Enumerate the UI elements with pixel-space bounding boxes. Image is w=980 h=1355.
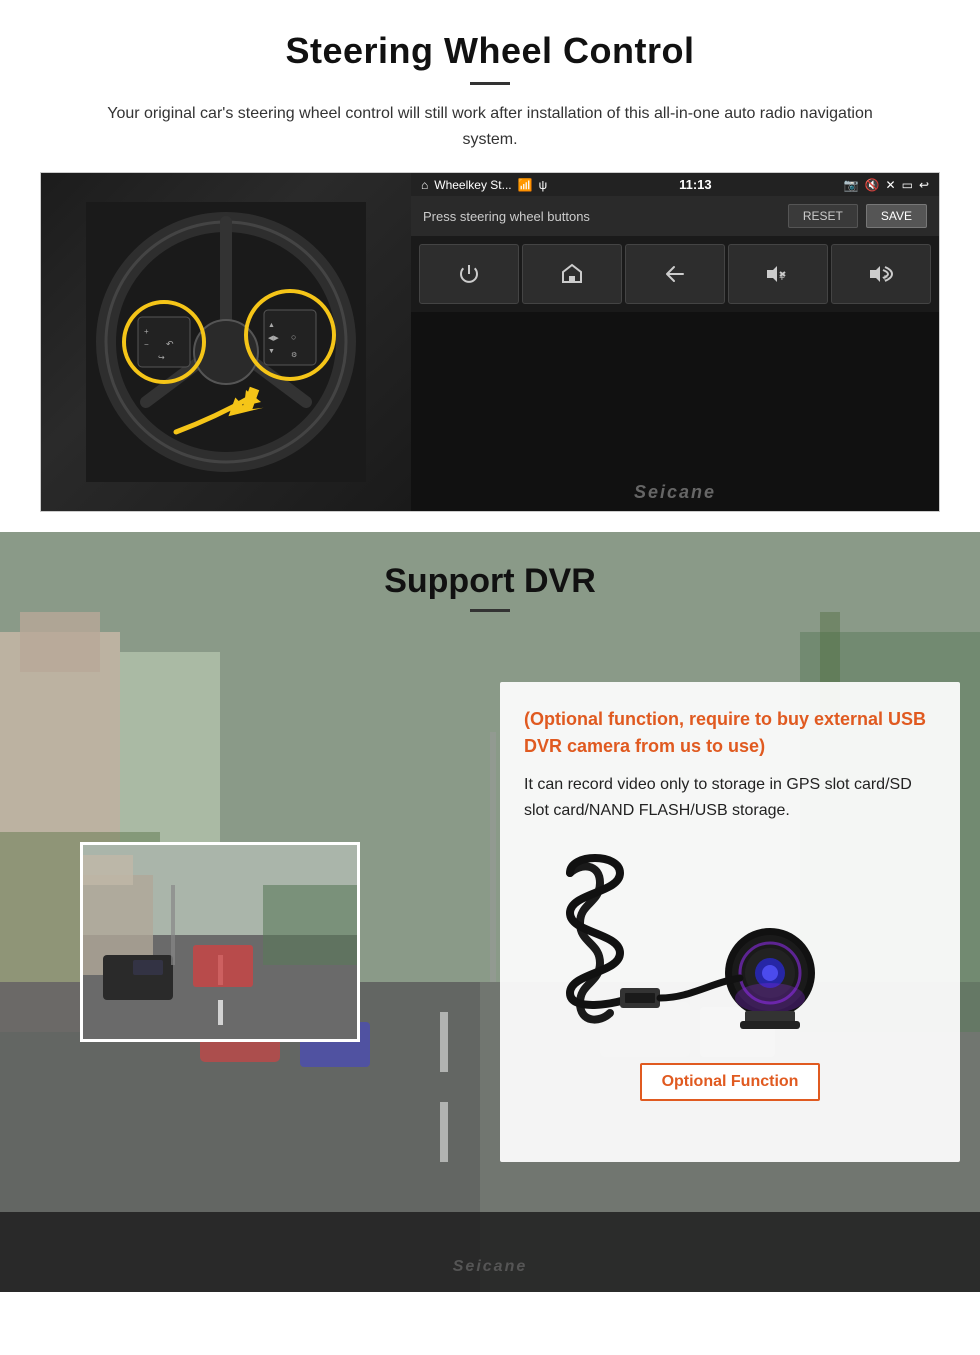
dvr-watermark: Seicane [453, 1258, 527, 1276]
dvr-left [20, 682, 480, 1162]
statusbar-left: ⌂ Wheelkey St... 📶 ψ [421, 178, 547, 192]
svg-text:○: ○ [291, 332, 296, 342]
steering-title: Steering Wheel Control [40, 30, 940, 72]
app-name: Wheelkey St... [434, 178, 511, 192]
dvr-right: (Optional function, require to buy exter… [500, 682, 960, 1162]
back-icon[interactable]: ↩ [919, 178, 929, 192]
svg-text:−: − [144, 340, 149, 349]
statusbar-right: 📷 🔇 ✕ ▭ ↩ [844, 178, 929, 192]
svg-text:▲: ▲ [268, 322, 275, 329]
title-divider [470, 82, 510, 85]
svg-text:⚙: ⚙ [291, 351, 297, 359]
dvr-optional-text: (Optional function, require to buy exter… [524, 706, 936, 760]
steering-photo: + − ↶ ↪ ▲ ◀▶ ▼ ○ ⚙ [41, 173, 411, 511]
dvr-thumbnail-svg [83, 845, 360, 1042]
svg-text:+: + [779, 273, 785, 284]
vol-up-button[interactable]: + [831, 244, 931, 304]
home-button[interactable] [522, 244, 622, 304]
camera-icon: 📷 [844, 178, 859, 192]
header-buttons: RESET SAVE [788, 204, 927, 228]
dvr-title: Support DVR [40, 562, 940, 601]
signal-icon: 📶 [518, 178, 533, 192]
steering-description: Your original car's steering wheel contr… [90, 101, 890, 152]
home-icon[interactable]: ⌂ [421, 178, 428, 192]
steering-image-container: + − ↶ ↪ ▲ ◀▶ ▼ ○ ⚙ [40, 172, 940, 512]
svg-text:+: + [882, 273, 888, 284]
svg-text:▼: ▼ [268, 348, 275, 355]
time-display: 11:13 [679, 177, 712, 192]
svg-text:↶: ↶ [166, 339, 174, 349]
dvr-main-layout: (Optional function, require to buy exter… [0, 682, 980, 1162]
volume-icon: 🔇 [865, 178, 880, 192]
dvr-title-divider [470, 609, 510, 612]
android-buttons-grid: + + [411, 236, 939, 312]
vol-down-button[interactable]: + [728, 244, 828, 304]
dvr-description: It can record video only to storage in G… [524, 772, 936, 823]
usb-icon: ψ [539, 178, 548, 192]
dvr-camera-image [524, 843, 936, 1043]
android-header: Press steering wheel buttons RESET SAVE [411, 196, 939, 236]
optional-function-badge: Optional Function [640, 1063, 821, 1101]
optional-function-container: Optional Function [524, 1063, 936, 1101]
reset-button[interactable]: RESET [788, 204, 858, 228]
power-button[interactable] [419, 244, 519, 304]
close-icon: ✕ [886, 178, 896, 192]
android-statusbar: ⌂ Wheelkey St... 📶 ψ 11:13 📷 🔇 ✕ ▭ ↩ [411, 173, 939, 196]
steering-watermark: Seicane [411, 312, 939, 511]
dvr-camera-svg [530, 843, 930, 1043]
dvr-thumbnail [80, 842, 360, 1042]
dvr-section: Support DVR [0, 532, 980, 1292]
svg-text:◀▶: ◀▶ [268, 335, 279, 342]
dvr-info-box: (Optional function, require to buy exter… [500, 682, 960, 1162]
back-btn[interactable] [625, 244, 725, 304]
save-button[interactable]: SAVE [866, 204, 927, 228]
svg-text:+: + [144, 327, 149, 336]
dvr-content-header: Support DVR [0, 532, 980, 662]
steering-wheel-bg: + − ↶ ↪ ▲ ◀▶ ▼ ○ ⚙ [41, 173, 411, 511]
screen-icon: ▭ [902, 178, 913, 192]
steering-wheel-svg: + − ↶ ↪ ▲ ◀▶ ▼ ○ ⚙ [86, 202, 366, 482]
android-screen: ⌂ Wheelkey St... 📶 ψ 11:13 📷 🔇 ✕ ▭ ↩ [411, 173, 939, 511]
steering-section: Steering Wheel Control Your original car… [0, 0, 980, 532]
instruction-text: Press steering wheel buttons [423, 209, 590, 224]
svg-text:↪: ↪ [158, 353, 165, 362]
